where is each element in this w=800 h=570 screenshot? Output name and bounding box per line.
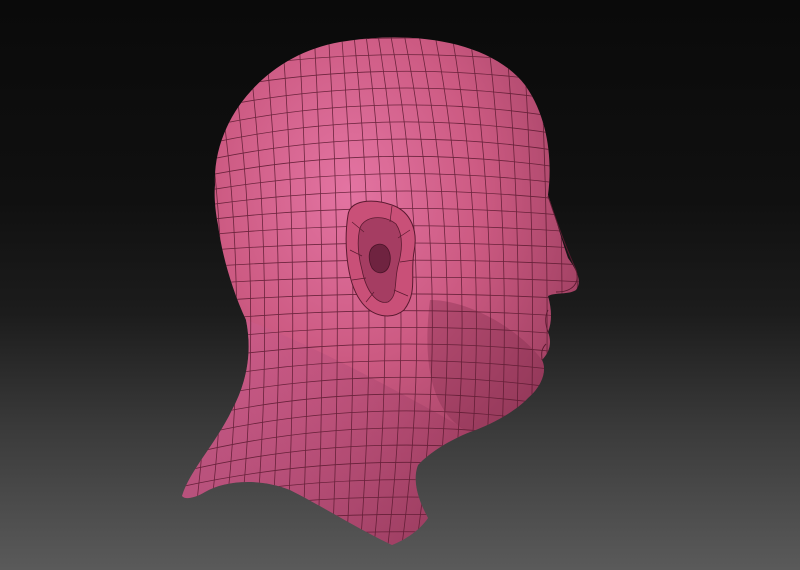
- wire-column: [553, 37, 563, 545]
- head-mesh-render: [182, 37, 579, 545]
- 3d-viewport[interactable]: [0, 0, 800, 570]
- wire-column: [567, 37, 578, 545]
